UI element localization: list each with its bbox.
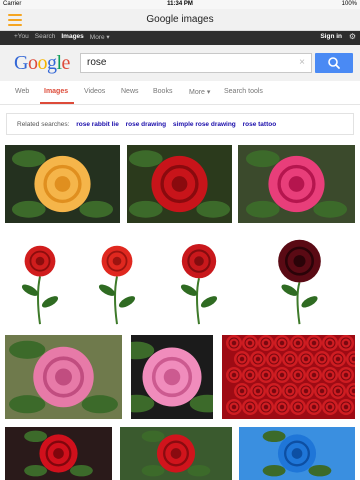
rose-image [120, 427, 232, 480]
search-icon [328, 57, 340, 69]
google-bar-link[interactable]: More ▾ [90, 33, 110, 41]
app-title-bar: Google images [0, 9, 360, 31]
rose-image [244, 232, 355, 329]
search-row: Google × [0, 45, 360, 81]
image-result-dark-red-rose[interactable] [244, 232, 355, 329]
image-result-blue-rose[interactable] [239, 427, 355, 480]
image-result-red-rose-stem-1[interactable] [5, 232, 75, 329]
google-bar-links: +You Search Images More ▾ [14, 33, 110, 41]
related-link[interactable]: rose rabbit lie [76, 121, 119, 128]
image-result-red-rose-dark[interactable] [5, 427, 112, 480]
related-label: Related searches: [17, 121, 70, 128]
related-link[interactable]: simple rose drawing [173, 121, 236, 128]
rose-image [160, 232, 238, 329]
rose-image [5, 427, 112, 480]
active-tab-indicator [40, 102, 74, 104]
tab-books[interactable]: Books [153, 88, 172, 95]
rose-image [82, 232, 152, 329]
image-result-red-rose-stem-3[interactable] [160, 232, 238, 329]
google-bar-link[interactable]: +You [14, 33, 29, 41]
tab-search-tools[interactable]: Search tools [224, 88, 263, 95]
google-bar-link[interactable]: Images [61, 33, 83, 41]
image-result-red-rose-leaves[interactable] [120, 427, 232, 480]
image-result-red-rose-stem-2[interactable] [82, 232, 152, 329]
search-tabs: Web Images Videos News Books More ▾ Sear… [0, 81, 360, 105]
rose-image [5, 232, 75, 329]
image-result-pink-rose[interactable] [238, 145, 355, 223]
rose-image [239, 427, 355, 480]
clock: 11:34 PM [167, 1, 193, 7]
rose-image [238, 145, 355, 223]
clear-icon[interactable]: × [299, 57, 305, 68]
rose-image [5, 145, 120, 223]
tab-more[interactable]: More ▾ [189, 88, 210, 96]
tab-images[interactable]: Images [44, 88, 68, 95]
rose-image [131, 335, 213, 419]
sign-in-button[interactable]: Sign in [320, 33, 342, 40]
gear-icon[interactable]: ⚙ [349, 32, 356, 41]
rose-image [222, 335, 355, 419]
google-bar-link[interactable]: Search [35, 33, 56, 41]
related-link[interactable]: rose drawing [126, 121, 166, 128]
search-box[interactable]: × [80, 53, 312, 73]
rose-image [5, 335, 122, 419]
image-result-yellow-rose[interactable] [5, 145, 120, 223]
image-result-pink-garden-rose[interactable] [5, 335, 122, 419]
image-result-many-red-roses[interactable] [222, 335, 355, 419]
tab-news[interactable]: News [121, 88, 139, 95]
search-button[interactable] [315, 53, 353, 73]
google-logo[interactable]: Google [14, 52, 70, 75]
rose-image [127, 145, 232, 223]
status-bar: Carrier 11:34 PM 100% [0, 0, 360, 9]
search-input[interactable] [87, 57, 287, 68]
image-result-red-rose[interactable] [127, 145, 232, 223]
page-title: Google images [146, 14, 214, 25]
related-link[interactable]: rose tattoo [243, 121, 277, 128]
battery-indicator: 100% [341, 1, 357, 7]
tab-web[interactable]: Web [15, 88, 29, 95]
tab-videos[interactable]: Videos [84, 88, 105, 95]
related-searches: Related searches: rose rabbit lie rose d… [6, 113, 354, 135]
image-result-light-pink-rose[interactable] [131, 335, 213, 419]
google-bar: +You Search Images More ▾ Sign in ⚙ [0, 31, 360, 45]
